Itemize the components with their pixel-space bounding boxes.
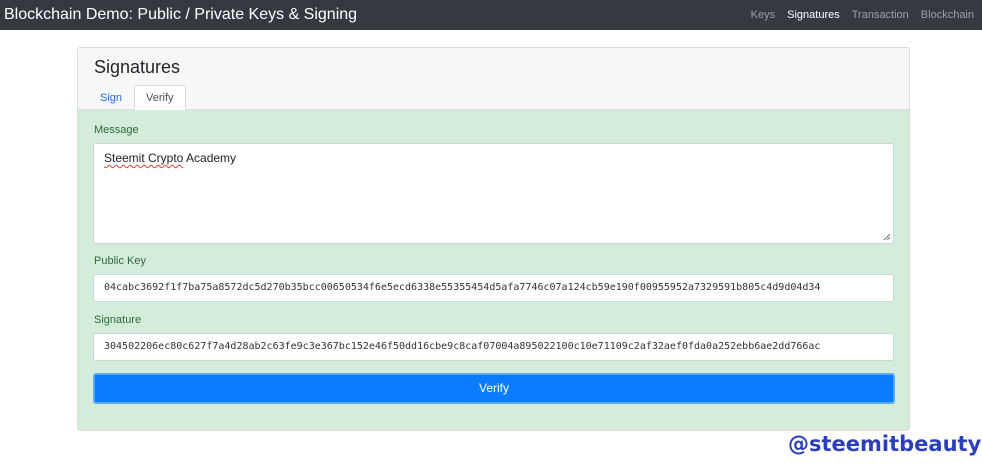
tab-verify[interactable]: Verify <box>134 85 186 110</box>
card-header: Signatures Sign Verify <box>78 48 909 110</box>
resize-grip-icon[interactable] <box>883 233 891 241</box>
nav-link-signatures[interactable]: Signatures <box>781 9 846 21</box>
signature-input[interactable]: 304502206ec80c627f7a4d28ab2c63fe9c3e367b… <box>93 333 894 361</box>
tab-bar: Sign Verify <box>88 85 186 110</box>
message-text: Academy <box>183 151 237 165</box>
nav-link-transaction[interactable]: Transaction <box>846 9 915 21</box>
public-key-label: Public Key <box>94 255 146 267</box>
message-label: Message <box>94 124 139 136</box>
message-text-underlined: Steemit Crypto <box>104 151 184 165</box>
nav-link-blockchain[interactable]: Blockchain <box>915 9 980 21</box>
nav-link-keys[interactable]: Keys <box>745 9 781 21</box>
tab-sign[interactable]: Sign <box>88 85 134 110</box>
signatures-card: Signatures Sign Verify Message Steemit C… <box>77 47 910 431</box>
signature-label: Signature <box>94 314 142 326</box>
watermark-text: @steemitbeauty <box>788 432 982 456</box>
verify-button[interactable]: Verify <box>93 373 895 404</box>
message-textarea[interactable]: Steemit Crypto Academy <box>93 143 894 244</box>
nav-links: Keys Signatures Transaction Blockchain <box>745 9 980 21</box>
public-key-input[interactable]: 04cabc3692f1f7ba75a8572dc5d270b35bcc0065… <box>93 274 894 302</box>
top-navbar: Blockchain Demo: Public / Private Keys &… <box>0 0 982 30</box>
card-title: Signatures <box>94 57 181 77</box>
app-title[interactable]: Blockchain Demo: Public / Private Keys &… <box>4 6 357 24</box>
